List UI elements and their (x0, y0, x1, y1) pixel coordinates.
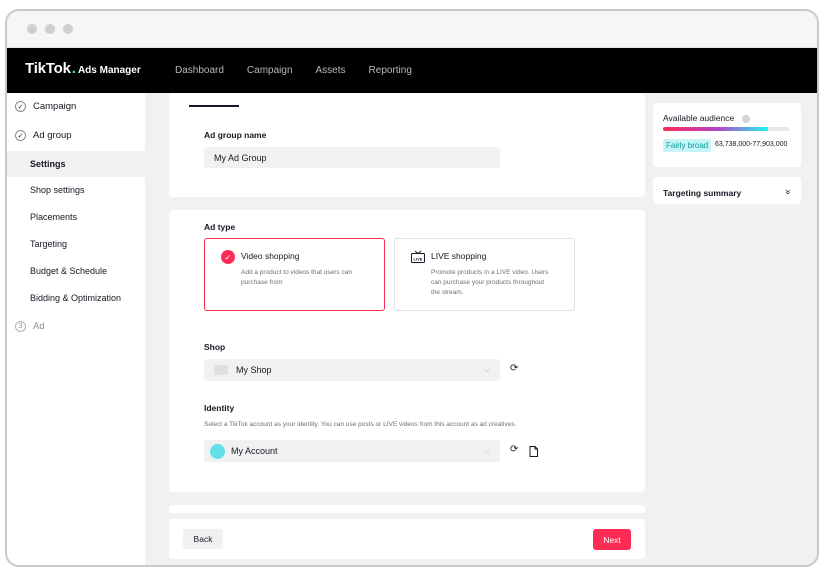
sidebar-step-label: Campaign (33, 101, 77, 112)
section-indicator (189, 105, 239, 107)
sidebar-item-bidding-optimization[interactable]: Bidding & Optimization (30, 293, 121, 303)
shop-label: Shop (204, 342, 226, 352)
refresh-icon[interactable]: ⟳ (510, 444, 518, 455)
sidebar-item-targeting[interactable]: Targeting (30, 239, 67, 249)
nav-campaign[interactable]: Campaign (247, 65, 293, 76)
sidebar: ✓ Campaign ✓ Ad group Settings Shop sett… (7, 93, 145, 565)
sidebar-item-budget-schedule[interactable]: Budget & Schedule (30, 266, 107, 276)
brand-name: TikTok (25, 60, 71, 77)
targeting-summary-card[interactable]: Targeting summary » (653, 177, 801, 204)
shop-image-icon (214, 365, 228, 375)
window-zoom-dot[interactable] (63, 24, 73, 34)
window-close-dot[interactable] (27, 24, 37, 34)
ad-type-video-shopping[interactable]: ✓ Video shopping Add a product to videos… (204, 238, 385, 311)
sidebar-step-label: Ad (33, 321, 45, 332)
sidebar-item-shop-settings[interactable]: Shop settings (30, 185, 85, 195)
sidebar-step-label: Ad group (33, 130, 72, 141)
option-title: LIVE shopping (431, 251, 487, 261)
sidebar-step-ad[interactable]: 3 Ad (15, 321, 45, 332)
ad-settings-card: Ad type ✓ Video shopping Add a product t… (169, 210, 645, 492)
identity-select-value: My Account (231, 446, 278, 456)
refresh-icon[interactable]: ⟳ (510, 363, 518, 374)
nav-dashboard[interactable]: Dashboard (175, 65, 224, 76)
audience-meter-fill (663, 127, 768, 131)
window-titlebar (7, 11, 817, 48)
sidebar-step-ad-group[interactable]: ✓ Ad group (15, 130, 72, 141)
option-description: Add a product to videos that users can p… (241, 269, 352, 286)
shop-select[interactable]: My Shop ⌵ (204, 359, 500, 381)
option-description: Promote products in a LIVE video. Users … (431, 269, 549, 296)
shop-select-value: My Shop (236, 365, 272, 375)
next-section-card-edge (169, 505, 645, 513)
audience-range: 63,738,000-77,903,000 (715, 141, 788, 148)
identity-select[interactable]: My Account ⌵ (204, 440, 500, 462)
nav-reporting[interactable]: Reporting (369, 65, 412, 76)
live-tv-icon: LIVE (411, 250, 425, 263)
live-icon-text: LIVE (414, 257, 423, 262)
identity-label: Identity (204, 403, 235, 413)
brand-logo[interactable]: TikTok . Ads Manager (25, 60, 141, 77)
browser-window: TikTok . Ads Manager Dashboard Campaign … (5, 9, 819, 567)
option-title: Video shopping (241, 251, 300, 261)
next-button[interactable]: Next (593, 529, 631, 550)
footer-action-bar: Back Next (169, 519, 645, 559)
window-minimize-dot[interactable] (45, 24, 55, 34)
step-number-badge: 3 (15, 321, 26, 332)
audience-title: Available audience (663, 113, 750, 123)
identity-hint: Select a TikTok account as your identity… (204, 421, 517, 428)
check-icon: ✓ (15, 130, 26, 141)
ad-type-live-shopping[interactable]: LIVE LIVE shopping Promote products in a… (394, 238, 575, 311)
brand-product: Ads Manager (77, 65, 141, 76)
audience-breadth-badge: Fairly broad (663, 139, 712, 152)
check-icon: ✓ (221, 250, 235, 264)
nav-assets[interactable]: Assets (316, 65, 346, 76)
top-navigation: TikTok . Ads Manager Dashboard Campaign … (7, 48, 817, 93)
file-icon[interactable] (529, 446, 538, 457)
brand-dot: . (71, 60, 76, 77)
sidebar-item-placements[interactable]: Placements (30, 212, 77, 222)
sidebar-step-campaign[interactable]: ✓ Campaign (15, 101, 76, 112)
check-icon: ✓ (15, 101, 26, 112)
chevron-down-icon: ⌵ (483, 446, 490, 455)
audience-meter (663, 127, 789, 131)
audience-title-text: Available audience (663, 113, 735, 123)
ad-group-name-input[interactable]: My Ad Group (204, 147, 500, 168)
back-button[interactable]: Back (183, 529, 223, 549)
avatar (210, 443, 225, 459)
targeting-summary-title: Targeting summary (663, 188, 742, 198)
nav-links: Dashboard Campaign Assets Reporting (175, 48, 412, 93)
info-icon[interactable] (741, 114, 750, 123)
sidebar-item-settings[interactable]: Settings (7, 151, 145, 177)
ad-group-name-card: Ad group name My Ad Group (169, 93, 645, 197)
ad-type-label: Ad type (204, 222, 236, 232)
double-chevron-down-icon[interactable]: » (783, 189, 793, 194)
ad-group-name-label: Ad group name (204, 130, 267, 140)
available-audience-card: Available audience Fairly broad 63,738,0… (653, 103, 801, 167)
chevron-down-icon: ⌵ (483, 365, 490, 374)
